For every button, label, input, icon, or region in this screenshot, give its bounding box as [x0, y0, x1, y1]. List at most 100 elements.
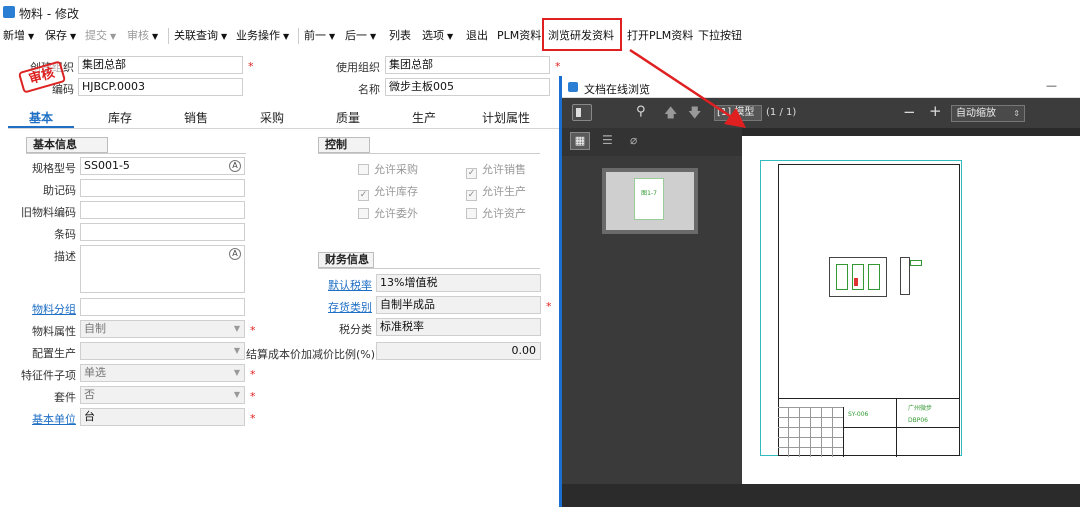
- tax-class-field[interactable]: 标准税率: [376, 318, 541, 336]
- chevron-down-icon[interactable]: ▼: [110, 32, 116, 41]
- save-label: 保存: [45, 29, 67, 42]
- thumbnail-view-icon[interactable]: ▦: [570, 132, 590, 150]
- list-button[interactable]: 列表: [389, 27, 411, 45]
- next-button[interactable]: 后一 ▼: [345, 27, 376, 45]
- tax-class-label: 税分类: [339, 323, 372, 336]
- name-field[interactable]: 微步主板005: [385, 78, 550, 96]
- allow-outsource-checkbox[interactable]: 允许委外: [358, 205, 418, 221]
- submit-button[interactable]: 提交 ▼: [85, 27, 116, 45]
- desc-field[interactable]: A: [80, 245, 245, 293]
- use-org-label: 使用组织: [336, 61, 380, 74]
- tab-plan[interactable]: 计划属性: [474, 109, 538, 126]
- drawing-title: 广州微步: [908, 405, 933, 412]
- desc-label: 描述: [54, 250, 76, 263]
- chevron-down-icon[interactable]: ▼: [221, 32, 227, 41]
- chevron-down-icon[interactable]: ▼: [234, 365, 240, 381]
- chevron-down-icon[interactable]: ▼: [329, 32, 335, 41]
- tab-basic[interactable]: 基本: [10, 109, 72, 126]
- new-button[interactable]: 新增 ▼: [3, 27, 34, 45]
- create-org-field[interactable]: 集团总部: [78, 56, 243, 74]
- page-thumbnail[interactable]: 图1-7: [602, 168, 698, 234]
- required-mark: *: [555, 60, 561, 73]
- chevron-down-icon[interactable]: ▼: [234, 387, 240, 403]
- audit-label: 审核: [127, 29, 149, 42]
- check-icon: ✓: [466, 168, 477, 179]
- part-front-view: [829, 257, 887, 297]
- part-detail: [868, 264, 880, 290]
- chevron-down-icon[interactable]: ▼: [28, 32, 34, 41]
- allow-sale-checkbox[interactable]: ✓ 允许销售: [466, 161, 526, 179]
- config-select[interactable]: ▼: [80, 342, 245, 360]
- open-plm-button[interactable]: 打开PLM资料: [627, 27, 693, 45]
- chevron-down-icon[interactable]: ▼: [370, 32, 376, 41]
- feature-label: 特征件子项: [21, 369, 76, 382]
- chevron-down-icon[interactable]: ▼: [152, 32, 158, 41]
- cost-ratio-field[interactable]: 0.00: [376, 342, 541, 360]
- code-field[interactable]: HJBCP.0003: [78, 78, 243, 96]
- feature-value: 单选: [84, 366, 106, 379]
- spec-field[interactable]: SS001-5 A: [80, 157, 245, 175]
- checkbox-box: [466, 208, 477, 219]
- kit-label: 套件: [54, 391, 76, 404]
- tab-production[interactable]: 生产: [394, 109, 454, 126]
- barcode-field[interactable]: [80, 223, 245, 241]
- config-label: 配置生产: [32, 347, 76, 360]
- kit-select[interactable]: 否 ▼: [80, 386, 245, 404]
- part-mark: [854, 278, 858, 286]
- allow-produce-label: 允许生产: [482, 185, 526, 198]
- allow-purchase-label: 允许采购: [374, 163, 418, 176]
- zoom-select[interactable]: 自动缩放 ⇕: [951, 105, 1025, 122]
- app-icon: [3, 6, 15, 18]
- allow-purchase-checkbox[interactable]: 允许采购: [358, 161, 418, 177]
- group-field[interactable]: [80, 298, 245, 316]
- chevron-down-icon[interactable]: ▼: [70, 32, 76, 41]
- related-query-button[interactable]: 关联查询 ▼: [174, 27, 227, 45]
- chevron-down-icon[interactable]: ▼: [234, 321, 240, 337]
- chevron-down-icon[interactable]: ▼: [234, 343, 240, 359]
- tax-link[interactable]: 默认税率: [310, 277, 372, 293]
- plm-data-button[interactable]: PLM资料: [497, 27, 541, 45]
- business-ops-button[interactable]: 业务操作 ▼: [236, 27, 289, 45]
- sidebar-toggle-icon[interactable]: [572, 104, 592, 121]
- stock-category-link[interactable]: 存货类别: [310, 299, 372, 315]
- attr-select[interactable]: 自制 ▼: [80, 320, 245, 338]
- old-code-label: 旧物料编码: [21, 206, 76, 219]
- options-button[interactable]: 选项 ▼: [422, 27, 453, 45]
- allow-stock-checkbox[interactable]: ✓ 允许库存: [358, 183, 418, 201]
- required-mark: *: [250, 368, 256, 381]
- mnemonic-field[interactable]: [80, 179, 245, 197]
- multilang-icon[interactable]: A: [229, 160, 241, 172]
- feature-select[interactable]: 单选 ▼: [80, 364, 245, 382]
- submit-label: 提交: [85, 29, 107, 42]
- document-page: SY-006 广州微步 DBP06: [742, 136, 1080, 484]
- unit-field[interactable]: 台: [80, 408, 245, 426]
- tab-quality[interactable]: 质量: [318, 109, 378, 126]
- group-link[interactable]: 物料分组: [10, 301, 76, 317]
- chevron-down-icon[interactable]: ▼: [283, 32, 289, 41]
- use-org-field[interactable]: 集团总部: [385, 56, 550, 74]
- minimize-icon[interactable]: —: [1046, 79, 1057, 92]
- finance-section: 财务信息: [318, 252, 374, 268]
- tax-field[interactable]: 13%增值税: [376, 274, 541, 292]
- tab-purchase[interactable]: 采购: [242, 109, 302, 126]
- allow-produce-checkbox[interactable]: ✓ 允许生产: [466, 183, 526, 201]
- multilang-icon[interactable]: A: [229, 248, 241, 260]
- tab-sales[interactable]: 销售: [166, 109, 226, 126]
- cost-ratio-label: 结算成本价加减价比例(%): [246, 348, 376, 361]
- prev-button[interactable]: 前一 ▼: [304, 27, 335, 45]
- spec-value: SS001-5: [84, 159, 130, 172]
- allow-asset-checkbox[interactable]: 允许资产: [466, 205, 526, 221]
- exit-button[interactable]: 退出: [466, 27, 488, 45]
- dropdown-button[interactable]: 下拉按钮: [698, 27, 742, 45]
- drawing-code: SY-006: [848, 411, 869, 418]
- save-button[interactable]: 保存 ▼: [45, 27, 76, 45]
- old-code-field[interactable]: [80, 201, 245, 219]
- zoom-in-icon[interactable]: +: [929, 102, 942, 120]
- chevron-down-icon[interactable]: ▼: [447, 32, 453, 41]
- stock-category-field[interactable]: 自制半成品: [376, 296, 541, 314]
- audit-button[interactable]: 审核 ▼: [127, 27, 158, 45]
- zoom-out-icon[interactable]: −: [903, 103, 916, 121]
- allow-asset-label: 允许资产: [482, 207, 526, 220]
- unit-link[interactable]: 基本单位: [10, 411, 76, 427]
- tab-inventory[interactable]: 库存: [90, 109, 150, 126]
